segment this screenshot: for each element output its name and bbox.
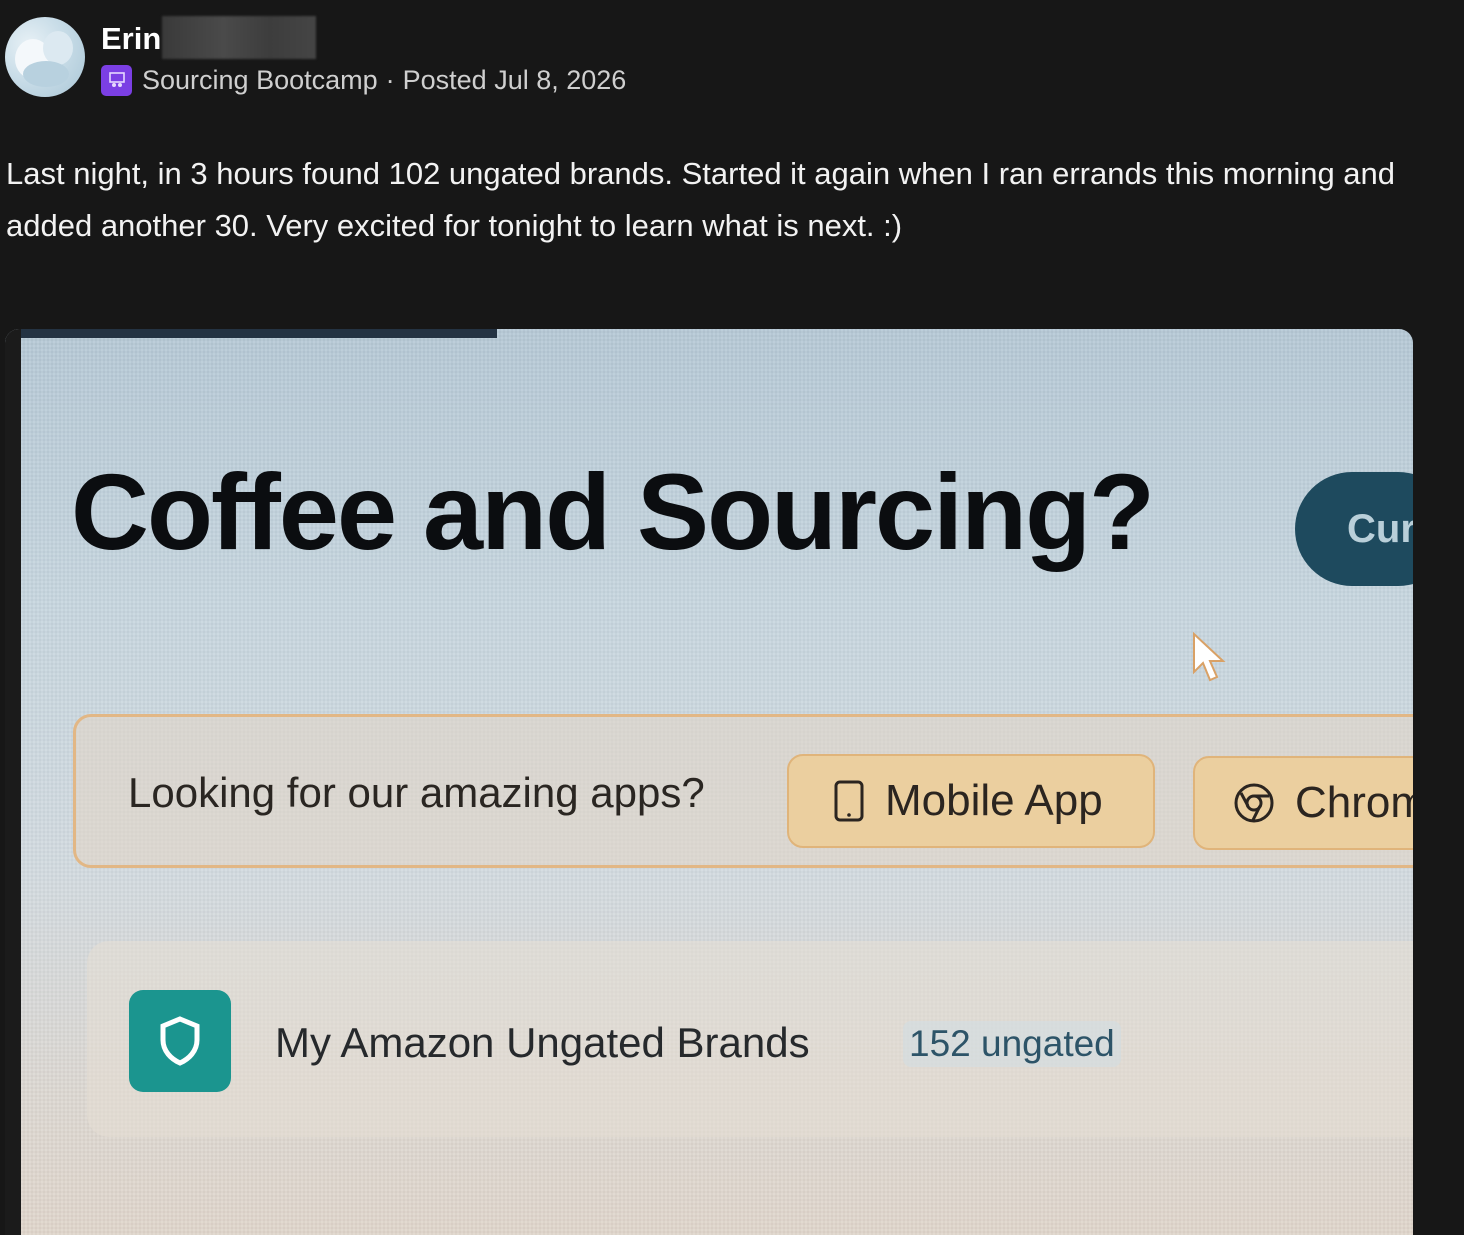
meta-separator: · [385, 64, 395, 95]
image-cta-pill: Cur [1295, 472, 1413, 586]
chrome-extension-button: Chrom [1193, 756, 1413, 850]
space-link[interactable]: Sourcing Bootcamp [142, 65, 378, 96]
chrome-label: Chrom [1295, 778, 1413, 827]
apps-prompt: Looking for our amazing apps? [128, 769, 705, 816]
author-avatar[interactable] [5, 17, 85, 97]
post-meta: Sourcing Bootcamp · Posted Jul 8, 2026 [101, 63, 626, 97]
mobile-app-button: Mobile App [787, 754, 1155, 848]
author-surname-redacted [162, 16, 316, 59]
screen-bezel [5, 329, 21, 1235]
ungated-count-badge: 152 ungated [903, 1021, 1121, 1067]
posted-date: Posted Jul 8, 2026 [402, 64, 627, 95]
image-heading: Coffee and Sourcing? [71, 451, 1155, 572]
post-body-text: Last night, in 3 hours found 102 ungated… [6, 156, 1396, 243]
mouse-cursor-icon [1193, 632, 1226, 682]
post-image[interactable]: Coffee and Sourcing? Cur Looking for our… [5, 329, 1413, 1235]
phone-icon [833, 780, 865, 822]
shield-icon [129, 990, 231, 1092]
screen-topbar [21, 329, 497, 338]
space-icon [101, 64, 132, 96]
mobile-app-label: Mobile App [885, 776, 1103, 825]
author-name[interactable]: Erin [101, 20, 161, 58]
chrome-icon [1233, 782, 1275, 824]
ungated-brands-label: My Amazon Ungated Brands [275, 1019, 810, 1066]
